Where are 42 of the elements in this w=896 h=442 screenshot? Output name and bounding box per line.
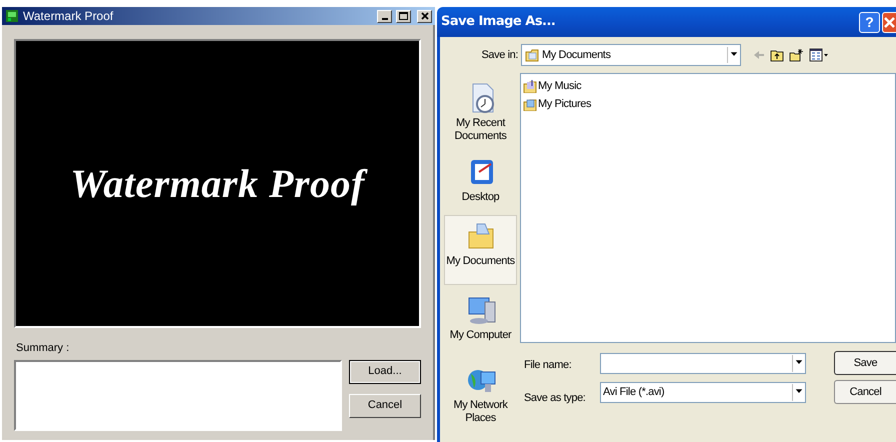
file-name-field[interactable] [600,353,806,374]
minimize-button[interactable] [377,10,392,22]
summary-label: Summary : [16,341,70,356]
cancel-button[interactable]: Cancel [349,394,421,418]
save-as-type-value: Avi File (*.avi) [603,385,666,400]
close-icon [420,12,428,20]
save-as-type-dropdown[interactable]: Avi File (*.avi) [600,382,806,403]
dropdown-arrow-icon [792,384,805,401]
summary-field[interactable] [14,360,342,430]
dropdown-arrow-icon [727,47,740,63]
app-icon [5,9,19,23]
save-as-type-label: Save as type: [524,390,586,406]
dropdown-arrow-icon [792,355,805,372]
up-folder-icon[interactable] [770,48,784,62]
place-item[interactable]: My Network Places [444,359,517,429]
window-title: Watermark Proof [23,8,114,25]
minimize-icon [382,18,388,20]
place-item[interactable]: My Computer [444,289,517,355]
save-in-label: Save in: [480,48,519,63]
folder-item[interactable]: My Music [523,78,582,94]
folder-item[interactable]: My Pictures [523,96,592,112]
maximize-button[interactable] [396,10,411,22]
place-item[interactable]: Desktop [444,151,517,211]
help-button[interactable]: ? [859,12,880,32]
new-folder-icon[interactable] [789,48,804,62]
save-button[interactable]: Save [834,351,896,375]
load-button[interactable]: Load... [349,360,421,384]
maximize-icon [399,12,408,20]
folder-icon [525,48,539,62]
save-in-value: My Documents [542,48,612,63]
pictures-folder-icon [523,97,537,111]
view-menu-icon[interactable] [809,48,829,62]
cancel-button[interactable]: Cancel [834,380,896,404]
save-in-dropdown[interactable]: My Documents [521,44,741,66]
place-item[interactable]: My Documents [444,215,517,285]
file-name-label: File name: [524,358,572,373]
dialog-title: Save Image As... [441,13,556,32]
place-item[interactable]: My Recent Documents [444,77,517,147]
close-button[interactable] [417,10,432,22]
close-button[interactable] [882,12,896,32]
preview-title: Watermark Proof [70,154,365,214]
music-folder-icon [523,79,537,93]
